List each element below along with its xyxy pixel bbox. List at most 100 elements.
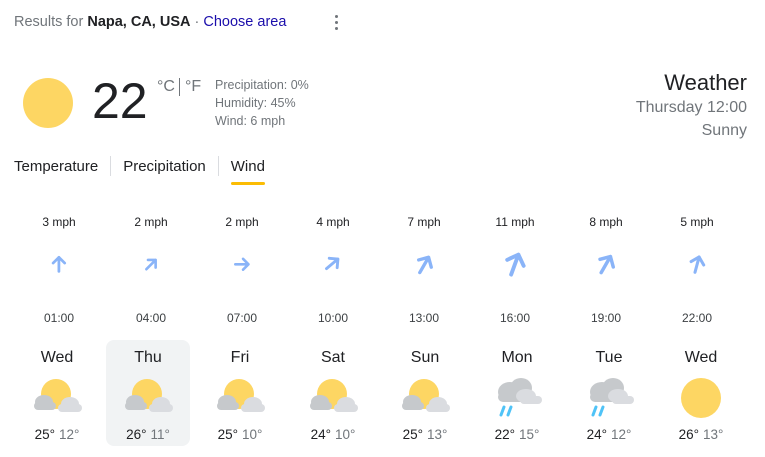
tab-precipitation[interactable]: Precipitation <box>123 154 206 175</box>
day-temperatures: 22° 15° <box>475 427 559 442</box>
partly-cloudy-icon <box>291 369 375 427</box>
high-temp: 25° <box>217 427 238 442</box>
wind-hour: 4 mph 10:00 <box>298 212 368 325</box>
day-name: Wed <box>40 349 74 366</box>
forecast-day[interactable]: Wed 25° 12° <box>15 340 99 446</box>
forecast-day[interactable]: Sat 24° 10° <box>291 340 375 446</box>
high-temp: 22° <box>494 427 515 442</box>
weather-details: Precipitation: 0% Humidity: 45% Wind: 6 … <box>215 76 309 130</box>
weather-condition: Sunny <box>701 122 747 139</box>
low-temp: 10° <box>242 427 263 442</box>
wind-time: 07:00 <box>226 311 258 325</box>
wind-hour: 7 mph 13:00 <box>389 212 459 325</box>
humidity-text: Humidity: 45% <box>215 96 296 110</box>
tab-temperature[interactable]: Temperature <box>14 154 98 175</box>
wind-hour: 8 mph 19:00 <box>571 212 641 325</box>
wind-arrow-icon <box>24 232 94 296</box>
low-temp: 13° <box>703 427 724 442</box>
forecast-day[interactable]: Tue 24° 12° <box>567 340 651 446</box>
tab-divider <box>217 156 219 176</box>
wind-speed: 3 mph <box>42 215 76 229</box>
day-temperatures: 26° 11° <box>106 427 190 442</box>
forecast-day[interactable]: Fri 25° 10° <box>198 340 282 446</box>
day-name: Sun <box>410 349 440 366</box>
forecast-day[interactable]: Thu 26° 11° <box>106 340 190 446</box>
forecast-day[interactable]: Wed 26° 13° <box>659 340 743 446</box>
forecast-day[interactable]: Sun 25° 13° <box>383 340 467 446</box>
wind-hour: 2 mph 07:00 <box>207 212 277 325</box>
day-name: Fri <box>230 349 250 366</box>
day-temperatures: 26° 13° <box>659 427 743 442</box>
wind-text: Wind: 6 mph <box>215 114 286 128</box>
wind-time: 13:00 <box>408 311 440 325</box>
wind-arrow-icon <box>480 232 550 296</box>
wind-time: 16:00 <box>499 311 531 325</box>
wind-arrow-icon <box>662 232 732 296</box>
wind-hour: 2 mph 04:00 <box>116 212 186 325</box>
wind-speed: 8 mph <box>589 215 623 229</box>
wind-speed: 5 mph <box>680 215 714 229</box>
high-temp: 25° <box>34 427 55 442</box>
day-name: Sat <box>320 349 345 366</box>
partly-cloudy-icon <box>198 369 282 427</box>
rain-cloud-icon <box>567 369 651 427</box>
choose-area-link[interactable]: Choose area <box>203 14 286 30</box>
wind-arrow-icon <box>116 232 186 296</box>
high-temp: 24° <box>310 427 331 442</box>
forecast-day[interactable]: Mon 22° 15° <box>475 340 559 446</box>
wind-time: 01:00 <box>43 311 75 325</box>
weather-summary: Weather Thursday 12:00 Sunny <box>636 70 747 142</box>
rain-cloud-icon <box>475 369 559 427</box>
wind-speed: 4 mph <box>316 215 350 229</box>
wind-arrow-icon <box>389 232 459 296</box>
wind-arrow-icon <box>298 232 368 296</box>
wind-arrow-icon <box>571 232 641 296</box>
day-temperatures: 24° 12° <box>567 427 651 442</box>
high-temp: 24° <box>586 427 607 442</box>
day-temperatures: 25° 10° <box>198 427 282 442</box>
current-temperature: 22 <box>92 73 148 129</box>
low-temp: 13° <box>427 427 448 442</box>
high-temp: 26° <box>126 427 147 442</box>
wind-time: 10:00 <box>317 311 349 325</box>
tab-divider <box>110 156 112 176</box>
wind-speed: 2 mph <box>225 215 259 229</box>
day-temperatures: 25° 13° <box>383 427 467 442</box>
more-options-icon[interactable] <box>330 13 344 33</box>
wind-time: 22:00 <box>681 311 713 325</box>
sun-icon <box>659 369 743 427</box>
wind-speed: 7 mph <box>407 215 441 229</box>
low-temp: 12° <box>59 427 80 442</box>
day-temperatures: 25° 12° <box>15 427 99 442</box>
wind-arrow-icon <box>207 232 277 296</box>
day-name: Tue <box>595 349 623 366</box>
low-temp: 15° <box>519 427 540 442</box>
low-temp: 11° <box>150 427 170 442</box>
location-name: Napa, CA, USA <box>87 14 191 30</box>
day-name: Mon <box>501 349 533 366</box>
day-temperatures: 24° 10° <box>291 427 375 442</box>
wind-hour: 3 mph 01:00 <box>24 212 94 325</box>
weather-title: Weather <box>664 70 747 95</box>
day-name: Thu <box>134 349 162 366</box>
precipitation-text: Precipitation: 0% <box>215 78 309 92</box>
sun-icon <box>22 77 74 129</box>
day-name: Wed <box>684 349 718 366</box>
wind-hour: 5 mph 22:00 <box>662 212 732 325</box>
high-temp: 26° <box>678 427 699 442</box>
fahrenheit-toggle[interactable]: °F <box>185 78 201 96</box>
results-header: Results for Napa, CA, USA · Choose area <box>14 14 286 30</box>
weather-tabs: Temperature Precipitation Wind <box>14 154 266 188</box>
wind-hour: 11 mph 16:00 <box>480 212 550 325</box>
weather-datetime: Thursday 12:00 <box>635 99 747 116</box>
partly-cloudy-icon <box>106 369 190 427</box>
wind-time: 04:00 <box>135 311 167 325</box>
tab-wind[interactable]: Wind <box>230 154 266 185</box>
celsius-toggle[interactable]: °C <box>157 78 175 96</box>
high-temp: 25° <box>402 427 423 442</box>
wind-time: 19:00 <box>590 311 622 325</box>
wind-speed: 2 mph <box>134 215 168 229</box>
partly-cloudy-icon <box>15 369 99 427</box>
results-prefix: Results for <box>14 14 84 30</box>
unit-toggle: °C °F <box>157 78 201 96</box>
